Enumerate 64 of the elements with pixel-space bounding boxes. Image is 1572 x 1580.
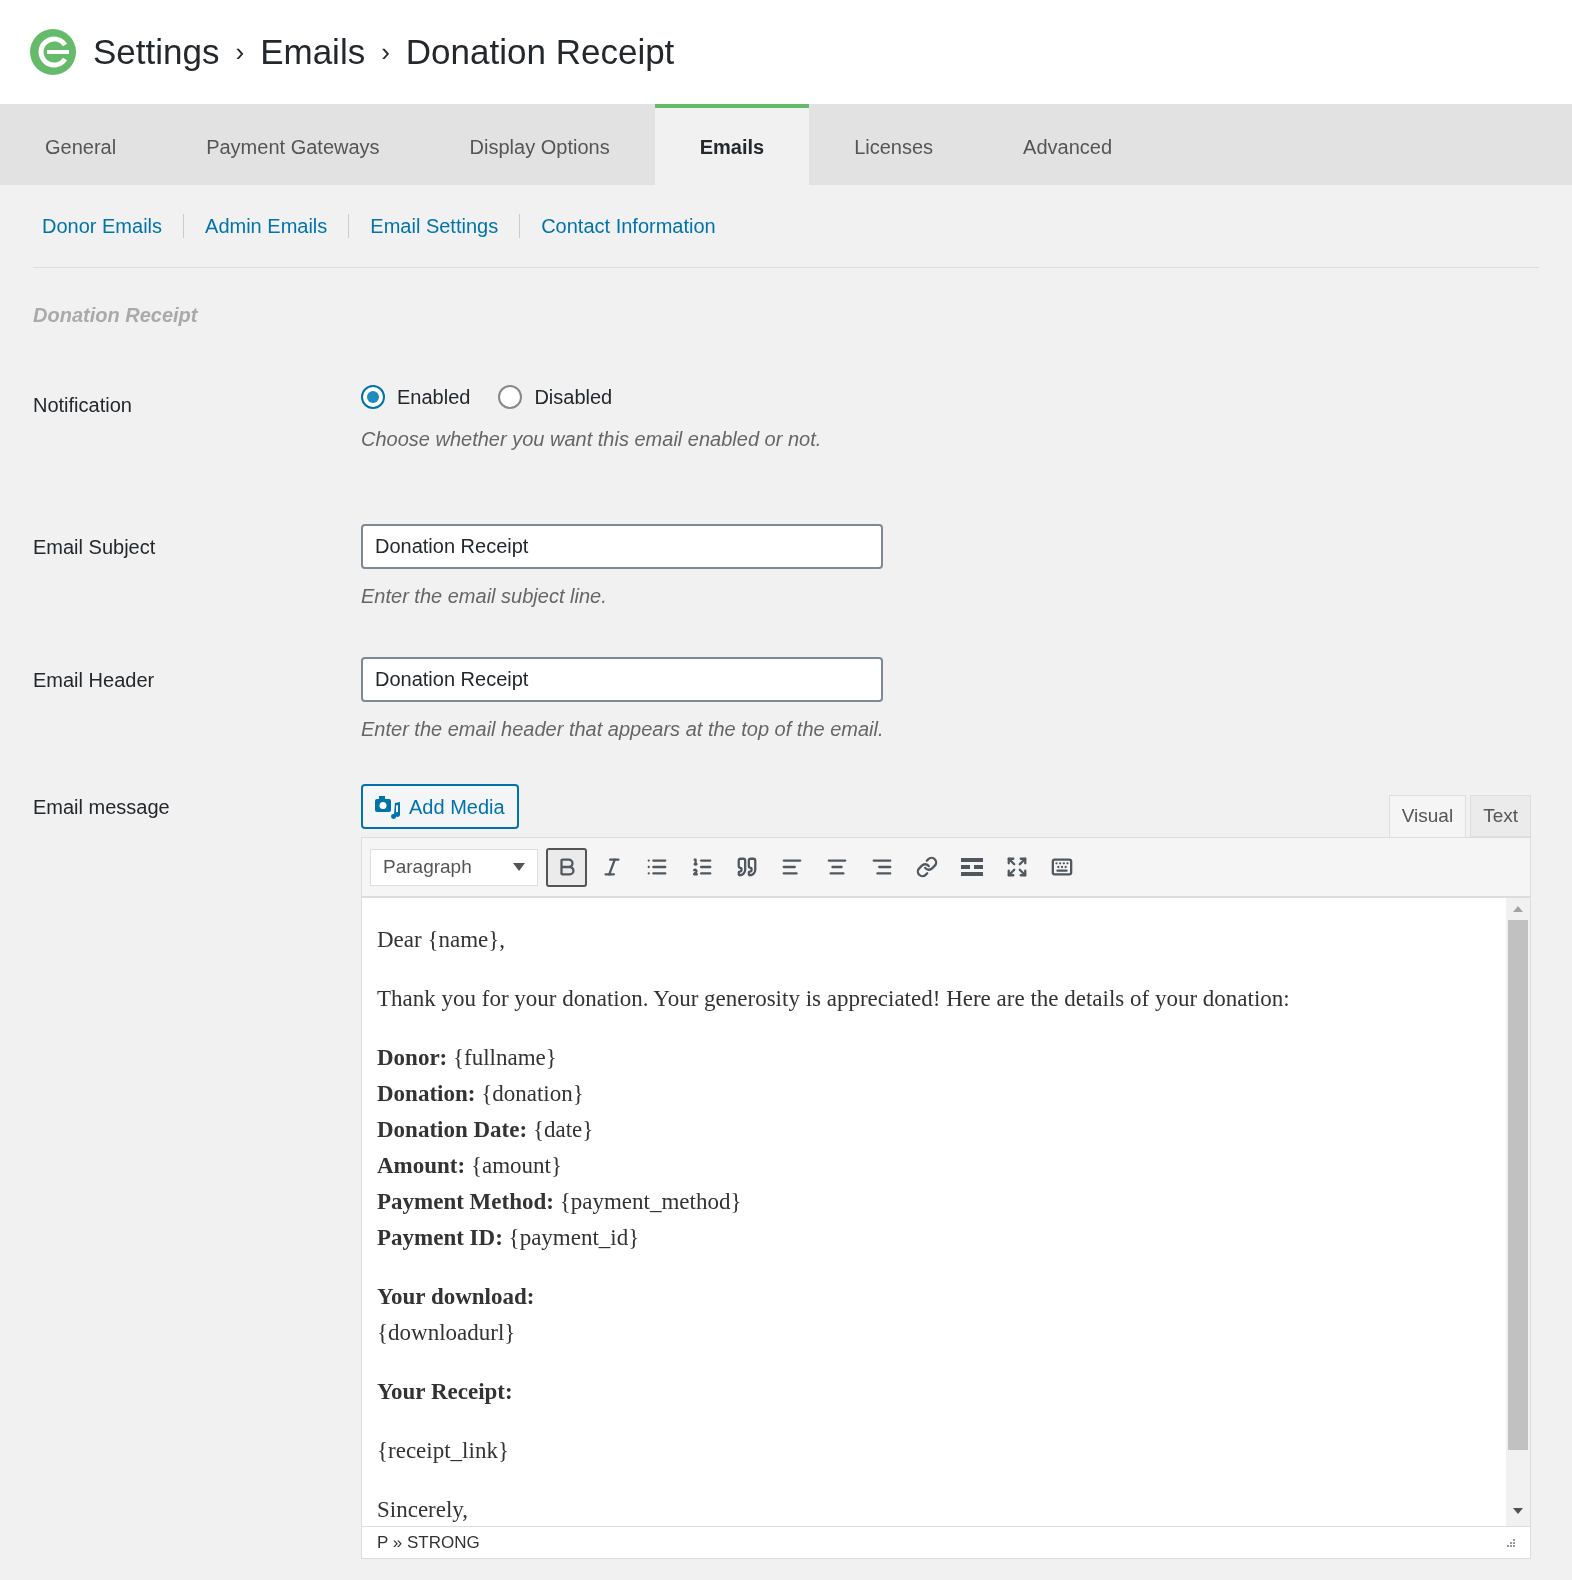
editor-line: Sincerely, — [377, 1496, 470, 1524]
toolbar-button[interactable] — [546, 847, 587, 887]
tab[interactable]: Emails — [654, 104, 810, 185]
editor-line: Thank you for your donation. Your generosity is appreciated! Here are the details of your donation: — [377, 985, 1291, 1013]
scroll-up-icon — [1513, 906, 1523, 912]
numbered-list-icon — [690, 856, 713, 878]
add-media-button[interactable]: Add Media — [361, 784, 519, 829]
read-more-icon — [960, 858, 983, 876]
subnav-link[interactable]: Contact Information — [532, 211, 725, 241]
editor-line: Donation: {donation} — [377, 1080, 585, 1108]
field-label: Email message — [33, 796, 170, 818]
subject-field[interactable]: Donation Receipt — [361, 524, 883, 569]
logo-icon — [29, 28, 77, 76]
link-icon — [915, 856, 938, 878]
help-text: Enter the email subject line. — [361, 584, 608, 609]
breadcrumb-item: Settings — [93, 30, 220, 73]
field-label: Email Header — [33, 669, 155, 691]
scrollbar[interactable] — [1506, 898, 1530, 1526]
camera-music-icon — [375, 794, 401, 819]
quote-icon — [735, 856, 758, 878]
element-path: P » STRONG — [377, 1531, 480, 1554]
radio-button[interactable] — [361, 385, 385, 409]
editor-line: Donation Date: {date} — [377, 1116, 595, 1144]
section-title: Donation Receipt — [33, 303, 199, 328]
editor-line: Payment Method: {payment_method} — [377, 1188, 743, 1216]
align-center-icon — [825, 856, 848, 878]
editor-line: Donor: {fullname} — [377, 1044, 558, 1072]
format-dropdown[interactable]: Paragraph — [370, 848, 538, 886]
editor-mode-tab[interactable]: Text — [1470, 795, 1531, 837]
fullscreen-icon — [1005, 856, 1028, 878]
radio-button[interactable] — [498, 385, 523, 409]
editor-line: Dear {name}, — [377, 926, 507, 954]
editor-line: Amount: {amount} — [377, 1152, 563, 1180]
editor-line: Payment ID: {payment_id} — [377, 1224, 641, 1252]
breadcrumb-item: Donation Receipt — [405, 30, 675, 73]
breadcrumb-separator: › — [381, 35, 390, 69]
editor-line: Your Receipt: — [377, 1378, 514, 1406]
field-label: Notification — [33, 394, 132, 416]
subnav-link[interactable]: Admin Emails — [196, 211, 337, 241]
editor-line: {receipt_link} — [377, 1437, 510, 1465]
tab[interactable]: Display Options — [424, 104, 655, 185]
breadcrumb-separator: › — [235, 35, 245, 69]
editor-line: {downloadurl} — [377, 1319, 517, 1347]
editor-line: Your download: — [377, 1283, 536, 1311]
tab[interactable]: Payment Gateways — [161, 104, 425, 185]
scroll-down-icon — [1513, 1508, 1523, 1514]
help-text: Enter the email header that appears at the top of the email. — [361, 717, 885, 742]
field-label: Email Subject — [33, 536, 156, 558]
help-text: Choose whether you want this email enabled or not. — [361, 427, 823, 452]
dropdown-arrow-icon — [513, 863, 525, 871]
tab[interactable]: General — [0, 104, 162, 185]
align-left-icon — [780, 856, 803, 878]
breadcrumb-item: Emails — [260, 30, 366, 73]
header-field[interactable]: Donation Receipt — [361, 657, 883, 702]
subnav-link[interactable]: Donor Emails — [33, 211, 172, 241]
subnav-link[interactable]: Email Settings — [361, 211, 508, 241]
radio-label: Enabled — [397, 385, 471, 410]
tab[interactable]: Advanced — [978, 104, 1158, 185]
align-right-icon — [870, 856, 893, 878]
editor-mode-tab[interactable]: Visual — [1388, 795, 1467, 837]
bulleted-list-icon — [645, 856, 668, 878]
tab[interactable]: Licenses — [809, 104, 979, 185]
keyboard-icon — [1050, 856, 1073, 878]
radio-label: Disabled — [534, 385, 613, 410]
